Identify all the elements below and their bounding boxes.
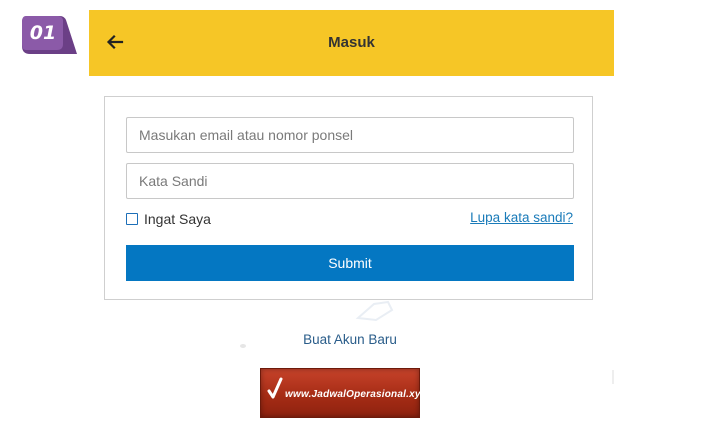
checkbox-icon[interactable] (126, 213, 138, 225)
watermark-text: www.JadwalOperasional.xyz (285, 389, 426, 400)
edge-mark (612, 370, 614, 384)
arrow-left-icon (106, 34, 124, 50)
email-input[interactable] (126, 117, 574, 153)
remember-me-checkbox[interactable]: Ingat Saya (126, 209, 211, 229)
step-badge: 01 (20, 14, 78, 58)
header-bar: Masuk (89, 10, 614, 76)
forgot-password-link[interactable]: Lupa kata sandi? (470, 210, 573, 225)
login-card: Ingat Saya Lupa kata sandi? Submit (104, 96, 593, 300)
background-doodle-icon (355, 300, 394, 322)
password-input[interactable] (126, 163, 574, 199)
watermark-banner: www.JadwalOperasional.xyz (260, 368, 426, 418)
back-button[interactable] (105, 32, 125, 52)
submit-button[interactable]: Submit (126, 245, 574, 281)
step-badge-label: 01 (29, 22, 57, 44)
create-account-link[interactable]: Buat Akun Baru (0, 332, 700, 347)
checkmark-icon (267, 377, 283, 399)
page-title: Masuk (328, 34, 375, 51)
remember-me-label: Ingat Saya (144, 211, 211, 227)
